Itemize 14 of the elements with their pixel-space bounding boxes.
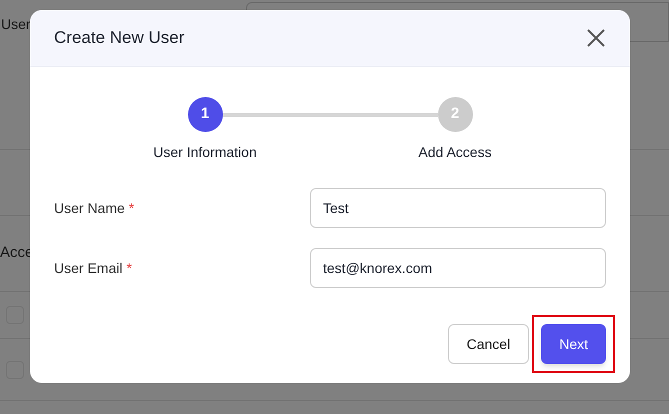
next-button[interactable]: Next (541, 324, 606, 364)
close-icon (587, 29, 605, 47)
field-label: User Email (54, 258, 122, 278)
close-button[interactable] (586, 28, 606, 48)
input-field[interactable]: test@knorex.com (310, 248, 606, 288)
field-label: User (1, 15, 31, 34)
field-label: User Name (54, 198, 125, 218)
required-marker: * (128, 198, 134, 218)
step-label: Add Access (418, 143, 492, 162)
required-marker: * (126, 258, 132, 278)
input-field[interactable]: Test (310, 188, 606, 228)
cancel-button[interactable]: Cancel (448, 324, 530, 364)
dialog-title: Create New User (54, 27, 184, 50)
step-label: User Information (153, 143, 257, 162)
